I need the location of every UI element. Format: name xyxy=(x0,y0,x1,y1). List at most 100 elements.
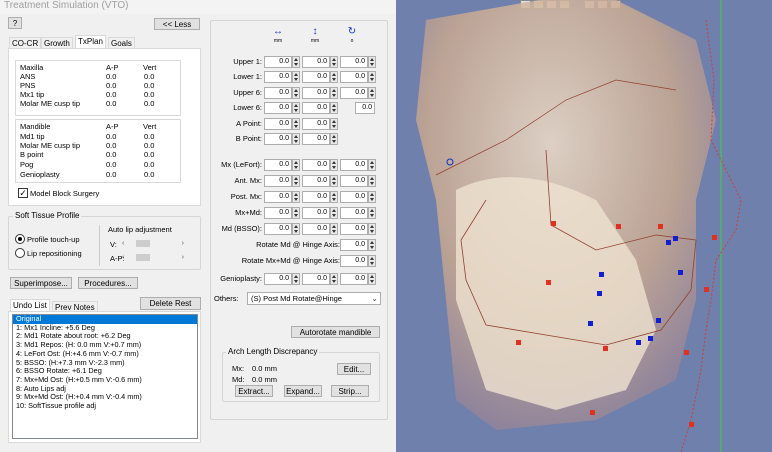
ant-mx-r-input[interactable]: 0.0 xyxy=(340,175,368,187)
mx-md-h-stepper[interactable] xyxy=(292,207,300,219)
genioplasty-r-stepper[interactable] xyxy=(368,273,376,285)
mandible-row-bpoint-ap: 0.0 xyxy=(106,150,117,159)
mx-md-v-input[interactable]: 0.0 xyxy=(302,207,330,219)
mx-md-r-stepper[interactable] xyxy=(368,207,376,219)
md-bsso-r-stepper[interactable] xyxy=(368,223,376,235)
post-mx-h-input[interactable]: 0.0 xyxy=(264,191,292,203)
upper1-v-stepper[interactable] xyxy=(330,56,338,68)
mx-md-h-input[interactable]: 0.0 xyxy=(264,207,292,219)
cephalometric-viewer[interactable] xyxy=(396,0,772,452)
a-point-v-input[interactable]: 0.0 xyxy=(302,118,330,130)
upper1-r-input[interactable]: 0.0 xyxy=(340,56,368,68)
lip-reposition-radio[interactable] xyxy=(15,248,25,258)
upper6-h-input[interactable]: 0.0 xyxy=(264,87,292,99)
mx-md-r-input[interactable]: 0.0 xyxy=(340,207,368,219)
genioplasty-v-input[interactable]: 0.0 xyxy=(302,273,330,285)
md-bsso-v-stepper[interactable] xyxy=(330,223,338,235)
lower1-r-stepper[interactable] xyxy=(368,71,376,83)
ant-mx-v-input[interactable]: 0.0 xyxy=(302,175,330,187)
lower1-r-input[interactable]: 0.0 xyxy=(340,71,368,83)
delete-rest-button[interactable]: Delete Rest xyxy=(140,297,201,310)
undo-item[interactable]: 10: SoftTissue profile adj xyxy=(13,401,197,411)
md-bsso-h-stepper[interactable] xyxy=(292,223,300,235)
md-bsso-h-input[interactable]: 0.0 xyxy=(264,223,292,235)
md-bsso-r-input[interactable]: 0.0 xyxy=(340,223,368,235)
ant-mx-h-stepper[interactable] xyxy=(292,175,300,187)
strip-button[interactable]: Strip... xyxy=(331,385,369,397)
post-mx-v-stepper[interactable] xyxy=(330,191,338,203)
lower6-v-stepper[interactable] xyxy=(330,102,338,114)
lower1-h-stepper[interactable] xyxy=(292,71,300,83)
lower1-v-stepper[interactable] xyxy=(330,71,338,83)
ant-mx-v-stepper[interactable] xyxy=(330,175,338,187)
mx-lefort-v-input[interactable]: 0.0 xyxy=(302,159,330,171)
maxilla-row-mx1: Mx1 tip xyxy=(20,90,45,99)
arch-length-title: Arch Length Discrepancy xyxy=(226,347,320,357)
rotate-md-stepper[interactable] xyxy=(368,239,376,251)
soft-tissue-title: Soft Tissue Profile xyxy=(13,211,82,221)
rotate-mxmd-input[interactable]: 0.0 xyxy=(340,255,368,267)
a-point-h-input[interactable]: 0.0 xyxy=(264,118,292,130)
genioplasty-h-stepper[interactable] xyxy=(292,273,300,285)
upper1-r-stepper[interactable] xyxy=(368,56,376,68)
upper6-v-stepper[interactable] xyxy=(330,87,338,99)
edit-button[interactable]: Edit... xyxy=(337,363,371,375)
expand-button[interactable]: Expand... xyxy=(284,385,322,397)
upper6-h-stepper[interactable] xyxy=(292,87,300,99)
lower6-v-input[interactable]: 0.0 xyxy=(302,102,330,114)
rotate-mxmd-stepper[interactable] xyxy=(368,255,376,267)
ap-slider[interactable]: ‹ › xyxy=(122,253,184,262)
procedures-button[interactable]: Procedures... xyxy=(78,277,138,289)
a-point-v-stepper[interactable] xyxy=(330,118,338,130)
b-point-v-input[interactable]: 0.0 xyxy=(302,133,330,145)
tab-txplan[interactable]: TxPlan xyxy=(75,35,106,48)
mx-md-v-stepper[interactable] xyxy=(330,207,338,219)
lower6-r-input[interactable]: 0.0 xyxy=(355,102,375,114)
upper1-v-input[interactable]: 0.0 xyxy=(302,56,330,68)
upper1-h-input[interactable]: 0.0 xyxy=(264,56,292,68)
lower6-h-input[interactable]: 0.0 xyxy=(264,102,292,114)
b-point-v-stepper[interactable] xyxy=(330,133,338,145)
superimpose-button[interactable]: Superimpose... xyxy=(10,277,72,289)
lip-reposition-label: Lip repositioning xyxy=(27,249,82,258)
extract-button[interactable]: Extract... xyxy=(235,385,273,397)
mandible-row-pog-vert: 0.0 xyxy=(144,160,155,169)
post-mx-h-stepper[interactable] xyxy=(292,191,300,203)
lower1-v-input[interactable]: 0.0 xyxy=(302,71,330,83)
ant-mx-r-stepper[interactable] xyxy=(368,175,376,187)
arch-md-label: Md: xyxy=(232,375,245,384)
genioplasty-v-stepper[interactable] xyxy=(330,273,338,285)
genioplasty-r-input[interactable]: 0.0 xyxy=(340,273,368,285)
genioplasty-h-input[interactable]: 0.0 xyxy=(264,273,292,285)
post-mx-r-stepper[interactable] xyxy=(368,191,376,203)
ant-mx-h-input[interactable]: 0.0 xyxy=(264,175,292,187)
mx-lefort-v-stepper[interactable] xyxy=(330,159,338,171)
mx-lefort-h-input[interactable]: 0.0 xyxy=(264,159,292,171)
lower6-h-stepper[interactable] xyxy=(292,102,300,114)
md-bsso-v-input[interactable]: 0.0 xyxy=(302,223,330,235)
others-dropdown[interactable]: (S) Post Md Rotate@Hinge ⌄ xyxy=(247,292,381,305)
upper1-h-stepper[interactable] xyxy=(292,56,300,68)
upper6-r-stepper[interactable] xyxy=(368,87,376,99)
maxilla-header: Maxilla xyxy=(20,63,44,72)
a-point-h-stepper[interactable] xyxy=(292,118,300,130)
post-mx-r-input[interactable]: 0.0 xyxy=(340,191,368,203)
v-slider[interactable]: ‹ › xyxy=(122,239,184,248)
autorotate-button[interactable]: Autorotate mandible xyxy=(291,326,380,338)
b-point-h-stepper[interactable] xyxy=(292,133,300,145)
profile-touchup-radio[interactable] xyxy=(15,234,25,244)
b-point-h-input[interactable]: 0.0 xyxy=(264,133,292,145)
vertical-units: mm xyxy=(310,38,320,44)
rotate-md-input[interactable]: 0.0 xyxy=(340,239,368,251)
lower1-h-input[interactable]: 0.0 xyxy=(264,71,292,83)
model-block-checkbox[interactable]: ✓ xyxy=(18,188,28,198)
less-button[interactable]: << Less xyxy=(154,18,200,30)
post-mx-v-input[interactable]: 0.0 xyxy=(302,191,330,203)
help-button[interactable]: ? xyxy=(8,17,22,29)
upper6-v-input[interactable]: 0.0 xyxy=(302,87,330,99)
upper6-r-input[interactable]: 0.0 xyxy=(340,87,368,99)
mx-lefort-r-input[interactable]: 0.0 xyxy=(340,159,368,171)
undo-list[interactable]: Original 1: Mx1 Incline: +5.6 Deg 2: Md1… xyxy=(12,314,198,439)
mx-lefort-h-stepper[interactable] xyxy=(292,159,300,171)
mx-lefort-r-stepper[interactable] xyxy=(368,159,376,171)
